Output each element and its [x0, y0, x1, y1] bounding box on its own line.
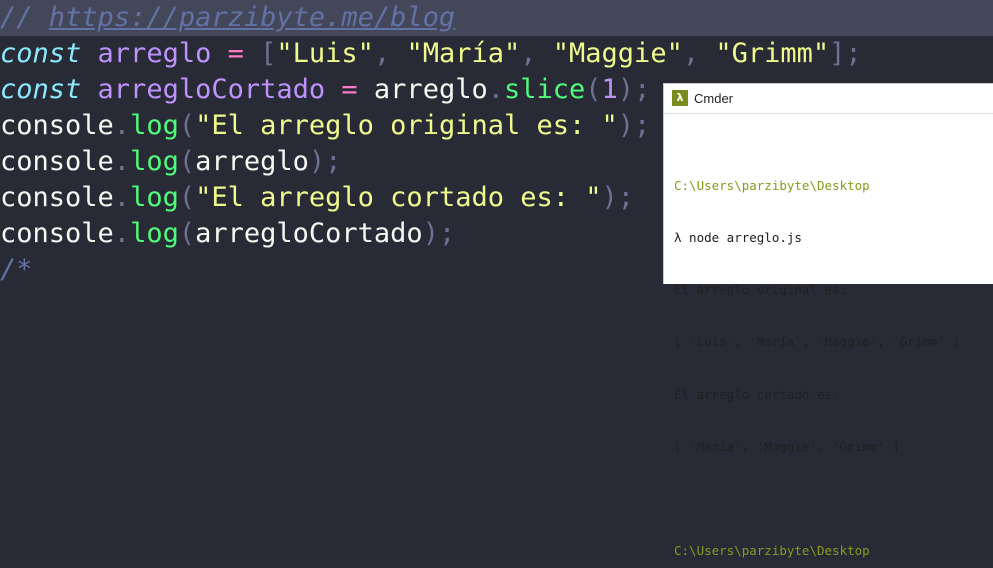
- code-line-8: /*: [0, 252, 33, 288]
- window-titlebar[interactable]: λ Cmder: [664, 84, 993, 114]
- string-literal: "Maggie": [552, 38, 683, 69]
- method-name: log: [130, 146, 179, 177]
- operator: =: [227, 38, 244, 69]
- terminal-line: C:\Users\parzibyte\Desktop: [674, 177, 870, 193]
- separator: ,: [520, 38, 553, 69]
- method-name: log: [130, 182, 179, 213]
- terminal-output[interactable]: C:\Users\parzibyte\Desktop λ node arregl…: [674, 142, 960, 568]
- separator: ,: [682, 38, 716, 69]
- variable-name: arregloCortado: [97, 74, 326, 105]
- paren: ): [617, 110, 635, 141]
- method-name: slice: [503, 74, 586, 105]
- semicolon: ;: [325, 146, 342, 177]
- dot: .: [113, 182, 131, 213]
- terminal-line: λ node arreglo.js: [674, 230, 802, 246]
- cmder-window[interactable]: λ Cmder C:\Users\parzibyte\Desktop λ nod…: [663, 83, 993, 558]
- window-title: Cmder: [694, 91, 734, 106]
- terminal-line: [ 'María', 'Maggie', 'Grimm' ]: [674, 438, 900, 454]
- comment-open: /*: [0, 254, 33, 285]
- paren: ): [308, 146, 326, 177]
- code-line-7: console.log(arregloCortado);: [0, 216, 455, 252]
- paren: ): [617, 74, 635, 105]
- method-name: log: [130, 110, 179, 141]
- paren: ): [422, 218, 439, 249]
- semicolon: ;: [438, 218, 456, 249]
- semicolon: ;: [617, 182, 635, 213]
- paren: (: [178, 182, 196, 213]
- paren: (: [178, 218, 196, 249]
- string-literal: "El arreglo original es: ": [195, 110, 618, 141]
- terminal-line: El arreglo cortado es:: [674, 386, 840, 402]
- string-literal: "Grimm": [715, 38, 830, 69]
- separator: ,: [373, 38, 407, 69]
- terminal-line: C:\Users\parzibyte\Desktop: [674, 543, 870, 559]
- dot: .: [487, 74, 504, 105]
- bracket: [: [260, 38, 277, 69]
- paren: (: [585, 74, 602, 105]
- string-literal: "María": [406, 38, 521, 69]
- dot: .: [113, 218, 131, 249]
- paren: ): [601, 182, 618, 213]
- blog-link[interactable]: https://parzibyte.me/blog: [49, 2, 455, 33]
- code-line-5: console.log(arreglo);: [0, 144, 341, 180]
- method-name: log: [130, 218, 179, 249]
- argument: arreglo: [195, 146, 309, 177]
- bracket: ]: [829, 38, 846, 69]
- object-ref: console: [0, 218, 114, 249]
- code-line-6: console.log("El arreglo cortado es: ");: [0, 180, 634, 216]
- string-literal: "Luis": [276, 38, 374, 69]
- code-line-4: console.log("El arreglo original es: ");: [0, 108, 650, 144]
- semicolon: ;: [634, 74, 651, 105]
- semicolon: ;: [845, 38, 862, 69]
- keyword: const: [0, 74, 82, 105]
- object-ref: console: [0, 182, 114, 213]
- keyword: const: [0, 38, 82, 69]
- dot: .: [113, 146, 131, 177]
- number-literal: 1: [601, 74, 618, 105]
- code-line-comment: // https://parzibyte.me/blog: [0, 0, 993, 36]
- dot: .: [113, 110, 131, 141]
- variable-name: arreglo: [97, 38, 212, 69]
- object-ref: console: [0, 146, 114, 177]
- code-line-2: const arreglo = ["Luis", "María", "Maggi…: [0, 36, 862, 72]
- object-ref: console: [0, 110, 114, 141]
- terminal-line: [ 'Luis', 'María', 'Maggie', 'Grimm' ]: [674, 334, 960, 350]
- code-line-3: const arregloCortado = arreglo.slice(1);: [0, 72, 650, 108]
- argument: arregloCortado: [195, 218, 423, 249]
- paren: (: [178, 146, 196, 177]
- paren: (: [178, 110, 196, 141]
- lambda-icon: λ: [672, 90, 688, 106]
- string-literal: "El arreglo cortado es: ": [195, 182, 602, 213]
- comment-slashes: //: [0, 2, 49, 33]
- object-ref: arreglo: [373, 74, 488, 105]
- semicolon: ;: [634, 110, 651, 141]
- operator: =: [341, 74, 358, 105]
